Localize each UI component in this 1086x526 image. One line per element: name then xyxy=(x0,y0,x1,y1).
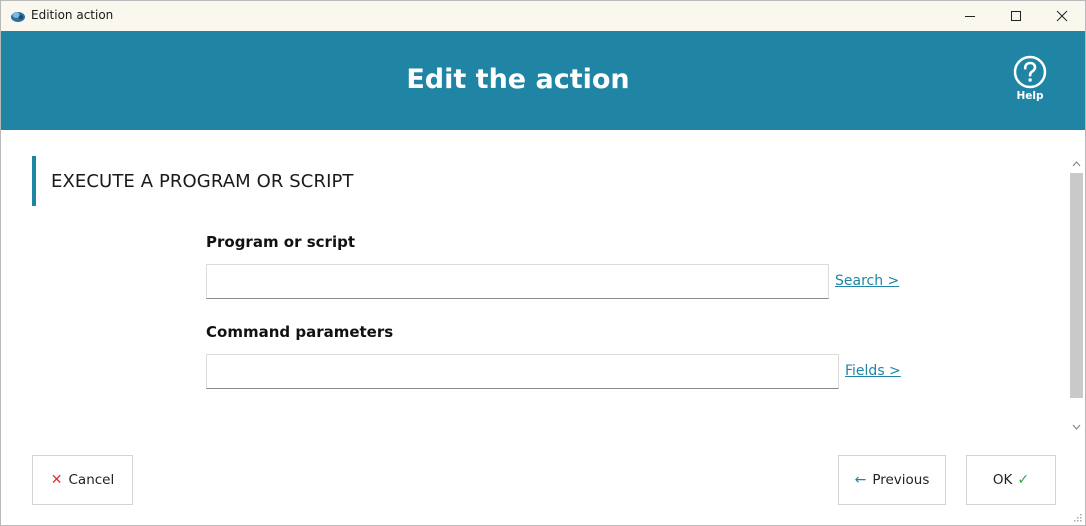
help-circle-icon xyxy=(1013,55,1047,89)
minimize-button[interactable] xyxy=(947,1,993,31)
maximize-icon xyxy=(1011,11,1021,21)
program-input[interactable] xyxy=(206,264,829,299)
close-button[interactable] xyxy=(1039,1,1085,31)
x-icon: ✕ xyxy=(50,472,63,488)
scroll-down-icon[interactable] xyxy=(1068,419,1085,435)
section-accent-bar xyxy=(32,156,36,206)
minimize-icon xyxy=(965,16,975,17)
header-banner: Edit the action Help xyxy=(1,31,1085,130)
previous-button[interactable]: ← Previous xyxy=(838,455,946,505)
search-link[interactable]: Search > xyxy=(835,273,899,289)
app-logo-icon xyxy=(11,12,25,22)
section-title: EXECUTE A PROGRAM OR SCRIPT xyxy=(51,171,354,192)
help-button[interactable]: Help xyxy=(1005,55,1055,105)
fields-link[interactable]: Fields > xyxy=(845,363,901,379)
resize-grip-icon[interactable] xyxy=(1071,511,1083,523)
ok-label: OK xyxy=(992,472,1013,488)
arrow-left-icon: ← xyxy=(854,472,867,488)
program-label: Program or script xyxy=(206,233,355,251)
params-input[interactable] xyxy=(206,354,839,389)
cancel-label: Cancel xyxy=(68,472,115,488)
vertical-scrollbar[interactable] xyxy=(1068,156,1085,436)
params-label: Command parameters xyxy=(206,323,394,341)
check-icon: ✓ xyxy=(1017,472,1030,488)
close-icon xyxy=(1056,10,1068,22)
help-label: Help xyxy=(1016,90,1044,102)
window-title: Edition action xyxy=(31,8,114,22)
title-bar: Edition action xyxy=(1,1,1085,31)
cancel-button[interactable]: ✕ Cancel xyxy=(32,455,133,505)
scroll-thumb[interactable] xyxy=(1070,173,1083,398)
maximize-button[interactable] xyxy=(993,1,1039,31)
edition-action-window: Edition action Edit the action Help EXEC… xyxy=(0,0,1086,526)
previous-label: Previous xyxy=(872,472,930,488)
scroll-up-icon[interactable] xyxy=(1068,156,1085,172)
ok-button[interactable]: OK ✓ xyxy=(966,455,1056,505)
page-title: Edit the action xyxy=(406,64,630,95)
